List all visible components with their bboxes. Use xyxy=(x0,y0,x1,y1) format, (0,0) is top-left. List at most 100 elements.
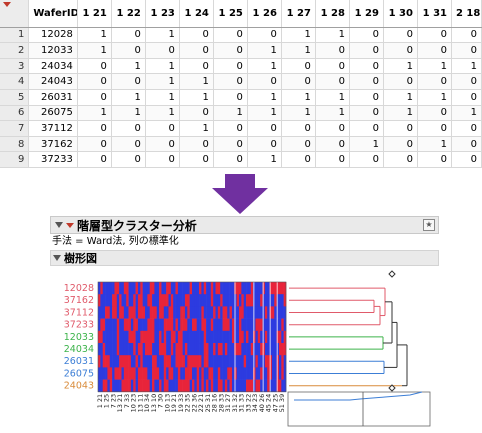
table-cell[interactable]: 0 xyxy=(179,27,214,44)
table-cell[interactable]: 0 xyxy=(417,73,452,90)
column-header[interactable]: 1 31 xyxy=(417,0,452,28)
table-cell[interactable]: 0 xyxy=(451,27,482,44)
table-cell[interactable]: 0 xyxy=(349,27,384,44)
table-cell[interactable]: 0 xyxy=(213,151,248,168)
table-row[interactable]: 9 37233 0 0 0 0 0 1 0 0 0 0 0 0 xyxy=(0,151,482,168)
column-header[interactable]: 1 22 xyxy=(111,0,146,28)
table-cell[interactable]: 0 xyxy=(315,120,350,137)
table-cell[interactable]: 0 xyxy=(247,73,282,90)
row-number[interactable]: 1 xyxy=(0,27,30,44)
table-cell[interactable]: 0 xyxy=(349,151,384,168)
row-number[interactable]: 3 xyxy=(0,58,30,75)
table-cell[interactable]: 0 xyxy=(179,136,214,153)
table-cell[interactable]: 0 xyxy=(451,136,482,153)
table-cell[interactable]: 0 xyxy=(451,151,482,168)
table-cell[interactable]: 0 xyxy=(349,89,384,106)
table-cell[interactable]: 0 xyxy=(383,73,418,90)
table-row[interactable]: 1 12028 1 0 1 0 0 0 1 1 0 0 0 0 xyxy=(0,27,482,44)
row-number[interactable]: 4 xyxy=(0,73,30,90)
table-cell[interactable]: 0 xyxy=(77,120,112,137)
table-cell[interactable]: 1 xyxy=(77,27,112,44)
table-cell[interactable]: 0 xyxy=(451,120,482,137)
table-cell[interactable]: 1 xyxy=(145,27,180,44)
table-cell[interactable]: 0 xyxy=(145,120,180,137)
table-cell[interactable]: 0 xyxy=(349,120,384,137)
table-row[interactable]: 2 12033 1 0 0 0 0 1 1 0 0 0 0 0 xyxy=(0,42,482,59)
table-cell[interactable]: 1 xyxy=(145,58,180,75)
table-cell[interactable]: 0 xyxy=(179,58,214,75)
table-cell[interactable]: 0 xyxy=(281,120,316,137)
table-cell[interactable]: 1 xyxy=(417,136,452,153)
table-cell[interactable]: 0 xyxy=(145,136,180,153)
table-cell[interactable]: 0 xyxy=(213,58,248,75)
wafer-id-cell[interactable]: 37233 xyxy=(28,151,78,168)
table-cell[interactable]: 1 xyxy=(179,89,214,106)
table-cell[interactable]: 1 xyxy=(247,58,282,75)
table-row[interactable]: 5 26031 0 1 1 1 0 1 1 1 0 1 1 0 xyxy=(0,89,482,106)
table-cell[interactable]: 1 xyxy=(247,89,282,106)
table-cell[interactable]: 1 xyxy=(349,136,384,153)
table-cell[interactable]: 0 xyxy=(417,120,452,137)
table-cell[interactable]: 0 xyxy=(77,151,112,168)
table-cell[interactable]: 0 xyxy=(417,27,452,44)
table-cell[interactable]: 1 xyxy=(77,42,112,59)
table-cell[interactable]: 0 xyxy=(77,58,112,75)
red-triangle-menu-icon[interactable] xyxy=(3,2,11,7)
table-cell[interactable]: 1 xyxy=(145,105,180,122)
column-header[interactable]: 1 28 xyxy=(315,0,350,28)
table-corner[interactable] xyxy=(0,0,30,28)
table-cell[interactable]: 0 xyxy=(247,27,282,44)
table-cell[interactable]: 0 xyxy=(281,136,316,153)
row-number[interactable]: 2 xyxy=(0,42,30,59)
table-cell[interactable]: 0 xyxy=(213,89,248,106)
table-cell[interactable]: 1 xyxy=(247,105,282,122)
table-cell[interactable]: 0 xyxy=(315,136,350,153)
column-header[interactable]: 1 26 xyxy=(247,0,282,28)
column-header[interactable]: 1 21 xyxy=(77,0,112,28)
table-cell[interactable]: 0 xyxy=(77,89,112,106)
row-number[interactable]: 7 xyxy=(0,120,30,137)
table-row[interactable]: 7 37112 0 0 0 1 0 0 0 0 0 0 0 0 xyxy=(0,120,482,137)
table-cell[interactable]: 0 xyxy=(383,42,418,59)
table-cell[interactable]: 1 xyxy=(247,42,282,59)
column-header[interactable]: 1 27 xyxy=(281,0,316,28)
column-header[interactable]: 1 24 xyxy=(179,0,214,28)
table-cell[interactable]: 0 xyxy=(281,73,316,90)
table-cell[interactable]: 0 xyxy=(213,120,248,137)
table-cell[interactable]: 0 xyxy=(111,42,146,59)
table-cell[interactable]: 1 xyxy=(77,105,112,122)
table-cell[interactable]: 0 xyxy=(349,58,384,75)
table-cell[interactable]: 0 xyxy=(111,120,146,137)
wafer-id-cell[interactable]: 24043 xyxy=(28,73,78,90)
table-cell[interactable]: 1 xyxy=(281,89,316,106)
table-cell[interactable]: 0 xyxy=(383,151,418,168)
table-cell[interactable]: 1 xyxy=(281,42,316,59)
table-cell[interactable]: 1 xyxy=(451,105,482,122)
table-cell[interactable]: 0 xyxy=(451,73,482,90)
wafer-id-cell[interactable]: 12028 xyxy=(28,27,78,44)
table-cell[interactable]: 0 xyxy=(417,42,452,59)
column-header[interactable]: 1 25 xyxy=(213,0,248,28)
table-cell[interactable]: 0 xyxy=(213,73,248,90)
table-cell[interactable]: 0 xyxy=(383,136,418,153)
table-cell[interactable]: 0 xyxy=(315,58,350,75)
wafer-id-cell[interactable]: 26031 xyxy=(28,89,78,106)
table-cell[interactable]: 0 xyxy=(349,42,384,59)
table-cell[interactable]: 1 xyxy=(111,89,146,106)
table-cell[interactable]: 0 xyxy=(451,42,482,59)
table-cell[interactable]: 0 xyxy=(315,42,350,59)
red-triangle-menu-icon[interactable] xyxy=(66,222,74,228)
row-number[interactable]: 6 xyxy=(0,105,30,122)
table-cell[interactable]: 0 xyxy=(145,151,180,168)
table-cell[interactable]: 1 xyxy=(315,89,350,106)
disclosure-icon[interactable] xyxy=(53,255,61,261)
table-cell[interactable]: 1 xyxy=(281,105,316,122)
table-cell[interactable]: 1 xyxy=(315,105,350,122)
column-header[interactable]: 2 18 xyxy=(451,0,482,28)
table-cell[interactable]: 0 xyxy=(179,42,214,59)
table-cell[interactable]: 1 xyxy=(383,105,418,122)
table-cell[interactable]: 1 xyxy=(417,89,452,106)
table-cell[interactable]: 0 xyxy=(213,42,248,59)
table-cell[interactable]: 0 xyxy=(77,136,112,153)
table-cell[interactable]: 0 xyxy=(77,73,112,90)
